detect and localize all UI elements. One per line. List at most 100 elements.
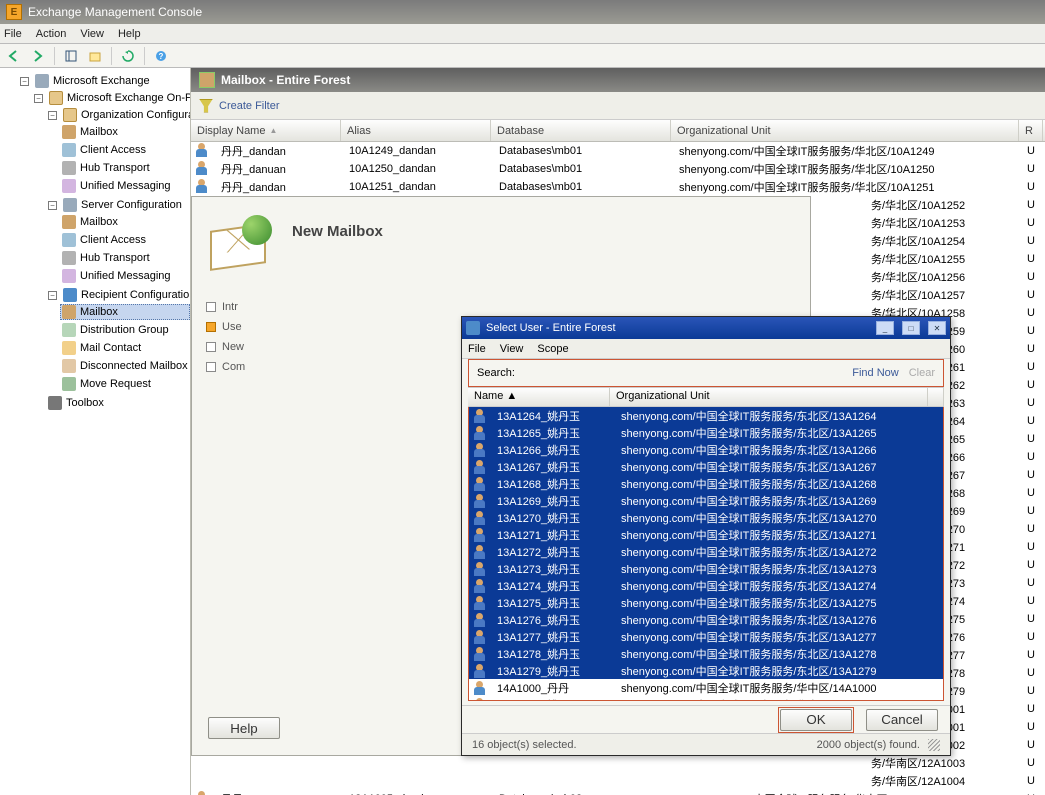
tree-org-um[interactable]: Unified Messaging <box>60 178 190 194</box>
collapse-icon[interactable]: − <box>48 291 57 300</box>
tree-org-config[interactable]: − Organization Configuration <box>46 107 190 123</box>
tree-server-config[interactable]: −Server Configuration <box>46 197 190 213</box>
list-item[interactable]: 13A1274_姚丹玉shenyong.com/中国全球IT服务服务/东北区/1… <box>469 577 943 594</box>
table-row[interactable]: 丹丹_danuan10A1250_dandanDatabases\mb01she… <box>191 160 1045 178</box>
menu-view[interactable]: View <box>80 28 104 40</box>
list-item[interactable]: 13A1268_姚丹玉shenyong.com/中国全球IT服务服务/东北区/1… <box>469 475 943 492</box>
list-item[interactable]: 13A1264_姚丹玉shenyong.com/中国全球IT服务服务/东北区/1… <box>469 407 943 424</box>
list-item[interactable]: 13A1277_姚丹玉shenyong.com/中国全球IT服务服务/东北区/1… <box>469 628 943 645</box>
dlg-menu-view[interactable]: View <box>500 343 524 355</box>
menu-help[interactable]: Help <box>118 28 141 40</box>
col-alias[interactable]: Alias <box>341 120 491 141</box>
tree-onprem[interactable]: −Microsoft Exchange On-Premises <box>32 90 190 106</box>
show-tree-button[interactable] <box>61 46 81 66</box>
col-r[interactable]: R <box>1019 120 1043 141</box>
list-item[interactable]: 13A1269_姚丹玉shenyong.com/中国全球IT服务服务/东北区/1… <box>469 492 943 509</box>
tree-recipient-config[interactable]: −Recipient Configuration <box>46 287 190 303</box>
tree-toolbox[interactable]: Toolbox <box>46 395 190 411</box>
tree-label: Unified Messaging <box>80 180 171 192</box>
table-row[interactable]: 丹丹_dandan10A1251_dandanDatabases\mb01she… <box>191 178 1045 196</box>
dialog-grid-body[interactable]: 13A1264_姚丹玉shenyong.com/中国全球IT服务服务/东北区/1… <box>468 407 944 701</box>
back-button[interactable] <box>4 46 24 66</box>
collapse-icon[interactable]: − <box>20 77 29 86</box>
tree-org-clientaccess[interactable]: Client Access <box>60 142 190 158</box>
tree-rec-moverequest[interactable]: Move Request <box>60 376 190 392</box>
list-item[interactable]: 13A1272_姚丹玉shenyong.com/中国全球IT服务服务/东北区/1… <box>469 543 943 560</box>
tree-srv-hub[interactable]: Hub Transport <box>60 250 190 266</box>
cell-ou: shenyong.com/中国全球IT服务服务/东北区/13A1272 <box>617 544 943 560</box>
tree-label: Distribution Group <box>80 324 169 336</box>
list-item[interactable]: 13A1275_姚丹玉shenyong.com/中国全球IT服务服务/东北区/1… <box>469 594 943 611</box>
list-item[interactable]: 13A1265_姚丹玉shenyong.com/中国全球IT服务服务/东北区/1… <box>469 424 943 441</box>
dialog-titlebar[interactable]: Select User - Entire Forest _ □ ✕ <box>462 317 950 339</box>
export-button[interactable] <box>85 46 105 66</box>
search-input[interactable] <box>525 367 842 379</box>
cell-r: U <box>1021 774 1045 788</box>
table-row[interactable]: 务/华南区/12A1004U <box>191 772 1045 790</box>
nav-tree[interactable]: −Microsoft Exchange −Microsoft Exchange … <box>0 68 191 795</box>
cell-alias: 10A1251_dandan <box>343 180 493 194</box>
dlg-col-name[interactable]: Name ▲ <box>468 388 610 406</box>
list-item[interactable]: 14A1000_姚丹玉shenyong.com/中国全球IT服务服务/华中区/1… <box>469 696 943 701</box>
dialog-footer: OK Cancel <box>462 705 950 733</box>
tree-rec-mailcontact[interactable]: Mail Contact <box>60 340 190 356</box>
table-row[interactable]: 务/华南区/12A1003U <box>191 754 1045 772</box>
col-database[interactable]: Database <box>491 120 671 141</box>
resize-grip-icon[interactable] <box>928 739 940 751</box>
find-now-link[interactable]: Find Now <box>852 367 898 379</box>
tree-rec-mailbox[interactable]: Mailbox <box>60 304 190 320</box>
clientaccess-icon <box>62 233 76 247</box>
table-row[interactable]: 丹丹_dandan12A1005_dandanDatabases\mb03she… <box>191 790 1045 795</box>
tree-org-hub[interactable]: Hub Transport <box>60 160 190 176</box>
tree-srv-um[interactable]: Unified Messaging <box>60 268 190 284</box>
clear-link[interactable]: Clear <box>909 367 935 379</box>
dlg-col-ou[interactable]: Organizational Unit <box>610 388 928 406</box>
cell-r: U <box>1021 666 1045 680</box>
tree-rec-distgroup[interactable]: Distribution Group <box>60 322 190 338</box>
collapse-icon[interactable]: − <box>48 111 57 120</box>
tree-srv-clientaccess[interactable]: Client Access <box>60 232 190 248</box>
tree-label: Mail Contact <box>80 342 141 354</box>
refresh-button[interactable] <box>118 46 138 66</box>
menubar: File Action View Help <box>0 24 1045 44</box>
collapse-icon[interactable]: − <box>48 201 57 210</box>
cell-r: U <box>1021 198 1045 212</box>
ok-button[interactable]: OK <box>780 709 852 731</box>
user-icon <box>473 408 489 424</box>
table-row[interactable]: 丹丹_dandan10A1249_dandanDatabases\mb01she… <box>191 142 1045 160</box>
tree-root[interactable]: −Microsoft Exchange <box>18 73 190 89</box>
dlg-menu-scope[interactable]: Scope <box>537 343 568 355</box>
collapse-icon[interactable]: − <box>34 94 43 103</box>
cell-ou: shenyong.com/中国全球IT服务服务/华中区/14A1000 <box>617 680 943 696</box>
create-filter-link[interactable]: Create Filter <box>219 100 280 112</box>
menu-file[interactable]: File <box>4 28 22 40</box>
cell-r: U <box>1021 306 1045 320</box>
list-item[interactable]: 13A1267_姚丹玉shenyong.com/中国全球IT服务服务/东北区/1… <box>469 458 943 475</box>
list-item[interactable]: 13A1270_姚丹玉shenyong.com/中国全球IT服务服务/东北区/1… <box>469 509 943 526</box>
list-item[interactable]: 13A1278_姚丹玉shenyong.com/中国全球IT服务服务/东北区/1… <box>469 645 943 662</box>
minimize-button[interactable]: _ <box>876 321 894 335</box>
list-item[interactable]: 13A1279_姚丹玉shenyong.com/中国全球IT服务服务/东北区/1… <box>469 662 943 679</box>
dlg-menu-file[interactable]: File <box>468 343 486 355</box>
menu-action[interactable]: Action <box>36 28 67 40</box>
list-item[interactable]: 14A1000_丹丹shenyong.com/中国全球IT服务服务/华中区/14… <box>469 679 943 696</box>
wizard-graphic <box>206 213 286 293</box>
cancel-button[interactable]: Cancel <box>866 709 938 731</box>
cell-r: U <box>1021 612 1045 626</box>
maximize-button[interactable]: □ <box>902 321 920 335</box>
list-item[interactable]: 13A1273_姚丹玉shenyong.com/中国全球IT服务服务/东北区/1… <box>469 560 943 577</box>
help-button[interactable]: ? <box>151 46 171 66</box>
tree-label: Organization Configuration <box>81 109 191 121</box>
cell-r: U <box>1021 468 1045 482</box>
tree-rec-disconnected[interactable]: Disconnected Mailbox <box>60 358 190 374</box>
col-displayname[interactable]: Display Name▲ <box>191 120 341 141</box>
list-item[interactable]: 13A1266_姚丹玉shenyong.com/中国全球IT服务服务/东北区/1… <box>469 441 943 458</box>
wizard-step-newmailbox: New <box>206 337 296 357</box>
tree-org-mailbox[interactable]: Mailbox <box>60 124 190 140</box>
tree-srv-mailbox[interactable]: Mailbox <box>60 214 190 230</box>
forward-button[interactable] <box>28 46 48 66</box>
col-ou[interactable]: Organizational Unit <box>671 120 1019 141</box>
list-item[interactable]: 13A1271_姚丹玉shenyong.com/中国全球IT服务服务/东北区/1… <box>469 526 943 543</box>
list-item[interactable]: 13A1276_姚丹玉shenyong.com/中国全球IT服务服务/东北区/1… <box>469 611 943 628</box>
close-button[interactable]: ✕ <box>928 321 946 335</box>
